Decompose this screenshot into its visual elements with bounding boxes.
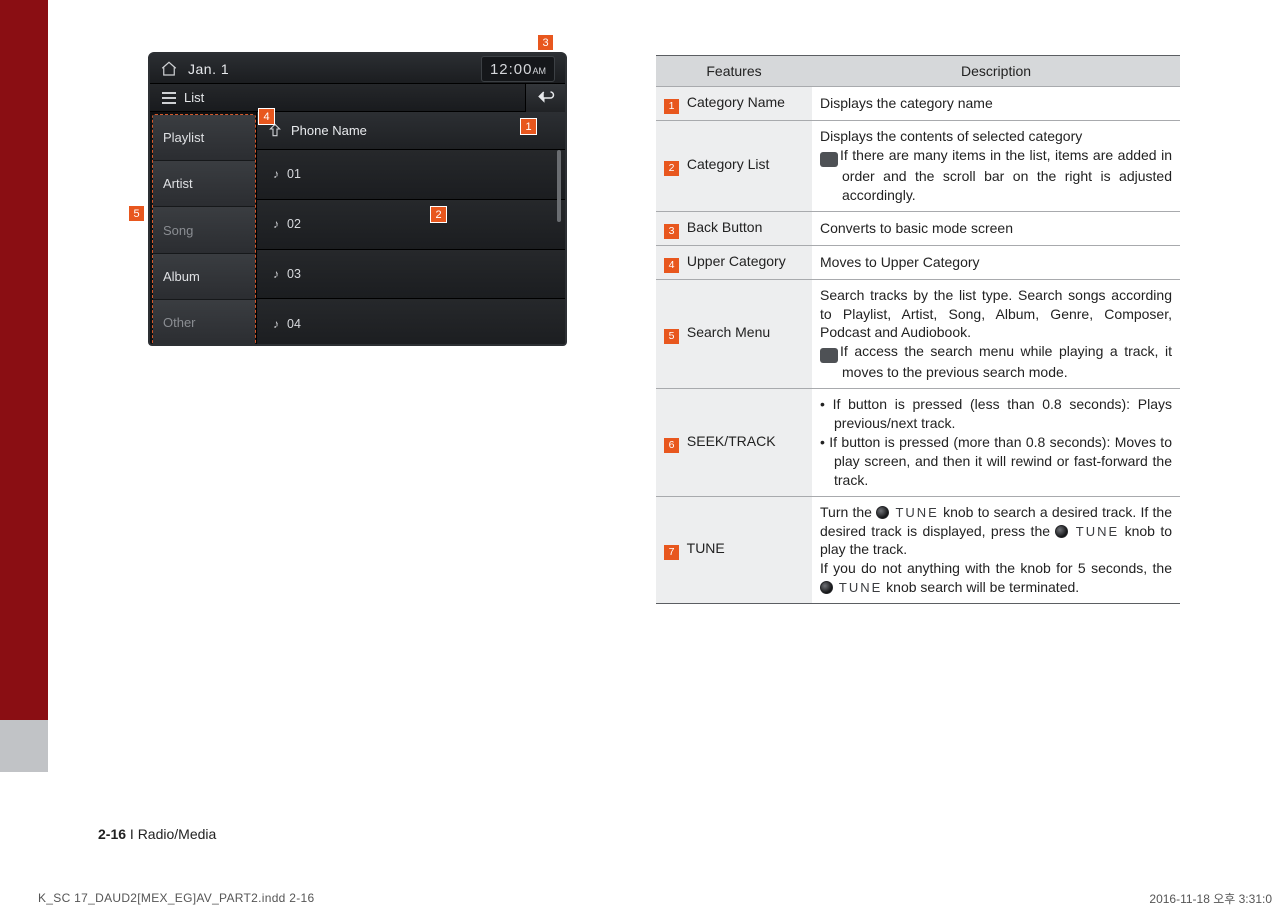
feature-cell: 3 Back Button: [656, 211, 812, 245]
feature-cell: 1 Category Name: [656, 87, 812, 121]
desc-cell: If button is pressed (less than 0.8 seco…: [812, 389, 1180, 496]
page-reference: 2-16 I Radio/Media: [98, 826, 216, 842]
callout-5: 5: [128, 205, 145, 222]
list-icon: [162, 92, 176, 104]
side-tab: [0, 0, 48, 720]
footer-right: 2016-11-18 오후 3:31:0: [1149, 890, 1272, 907]
status-date: Jan. 1: [188, 61, 229, 77]
list-label: List: [184, 90, 204, 105]
track-row[interactable]: ♪01: [257, 150, 565, 200]
cat-other[interactable]: Other: [153, 300, 255, 345]
info-icon: i: [820, 348, 838, 363]
sub-bar: List: [150, 84, 565, 112]
callout-3: 3: [537, 34, 554, 51]
desc-cell: Displays the category name: [812, 87, 1180, 121]
track-list: Phone Name ♪01 ♪02 ♪03 ♪04: [256, 112, 565, 346]
tune-knob-icon: [876, 506, 889, 519]
feature-cell: 2 Category List: [656, 121, 812, 212]
features-table: Features Description 1 Category Name Dis…: [656, 55, 1180, 604]
home-icon: [160, 60, 178, 78]
category-column[interactable]: Playlist Artist Song Album Other: [152, 114, 256, 346]
track-row[interactable]: ♪04: [257, 299, 565, 346]
callout-4: 4: [258, 108, 275, 125]
cat-album[interactable]: Album: [153, 254, 255, 300]
th-features: Features: [656, 56, 812, 87]
feature-cell: 4 Upper Category: [656, 245, 812, 279]
scrollbar[interactable]: [557, 150, 561, 222]
desc-cell: Turn the TUNE knob to search a desired t…: [812, 496, 1180, 603]
back-button[interactable]: [525, 84, 565, 112]
info-icon: i: [820, 152, 838, 167]
desc-cell: Displays the contents of selected catego…: [812, 121, 1180, 212]
footer-left: K_SC 17_DAUD2[MEX_EG]AV_PART2.indd 2-16: [38, 891, 315, 905]
feature-cell: 7 TUNE: [656, 496, 812, 603]
feature-cell: 6 SEEK/TRACK: [656, 389, 812, 496]
status-bar: Jan. 1 12:00AM: [150, 54, 565, 84]
feature-cell: 5 Search Menu: [656, 279, 812, 389]
desc-cell: Moves to Upper Category: [812, 245, 1180, 279]
tune-knob-icon: [820, 581, 833, 594]
cat-artist[interactable]: Artist: [153, 161, 255, 207]
callout-2: 2: [430, 206, 447, 223]
status-time: 12:00AM: [481, 56, 555, 82]
track-row[interactable]: ♪03: [257, 250, 565, 300]
category-heading[interactable]: Phone Name: [257, 112, 565, 150]
th-description: Description: [812, 56, 1180, 87]
track-row[interactable]: ♪02: [257, 200, 565, 250]
side-tab-gray: [0, 720, 48, 772]
back-icon: [537, 89, 555, 107]
callout-1: 1: [520, 118, 537, 135]
tune-knob-icon: [1055, 525, 1068, 538]
desc-cell: Converts to basic mode screen: [812, 211, 1180, 245]
device-screenshot: Jan. 1 12:00AM List Playlist Artist Song…: [148, 52, 567, 346]
cat-playlist[interactable]: Playlist: [153, 115, 255, 161]
print-footer: K_SC 17_DAUD2[MEX_EG]AV_PART2.indd 2-16 …: [38, 885, 1276, 911]
desc-cell: Search tracks by the list type. Search s…: [812, 279, 1180, 389]
cat-song[interactable]: Song: [153, 207, 255, 253]
